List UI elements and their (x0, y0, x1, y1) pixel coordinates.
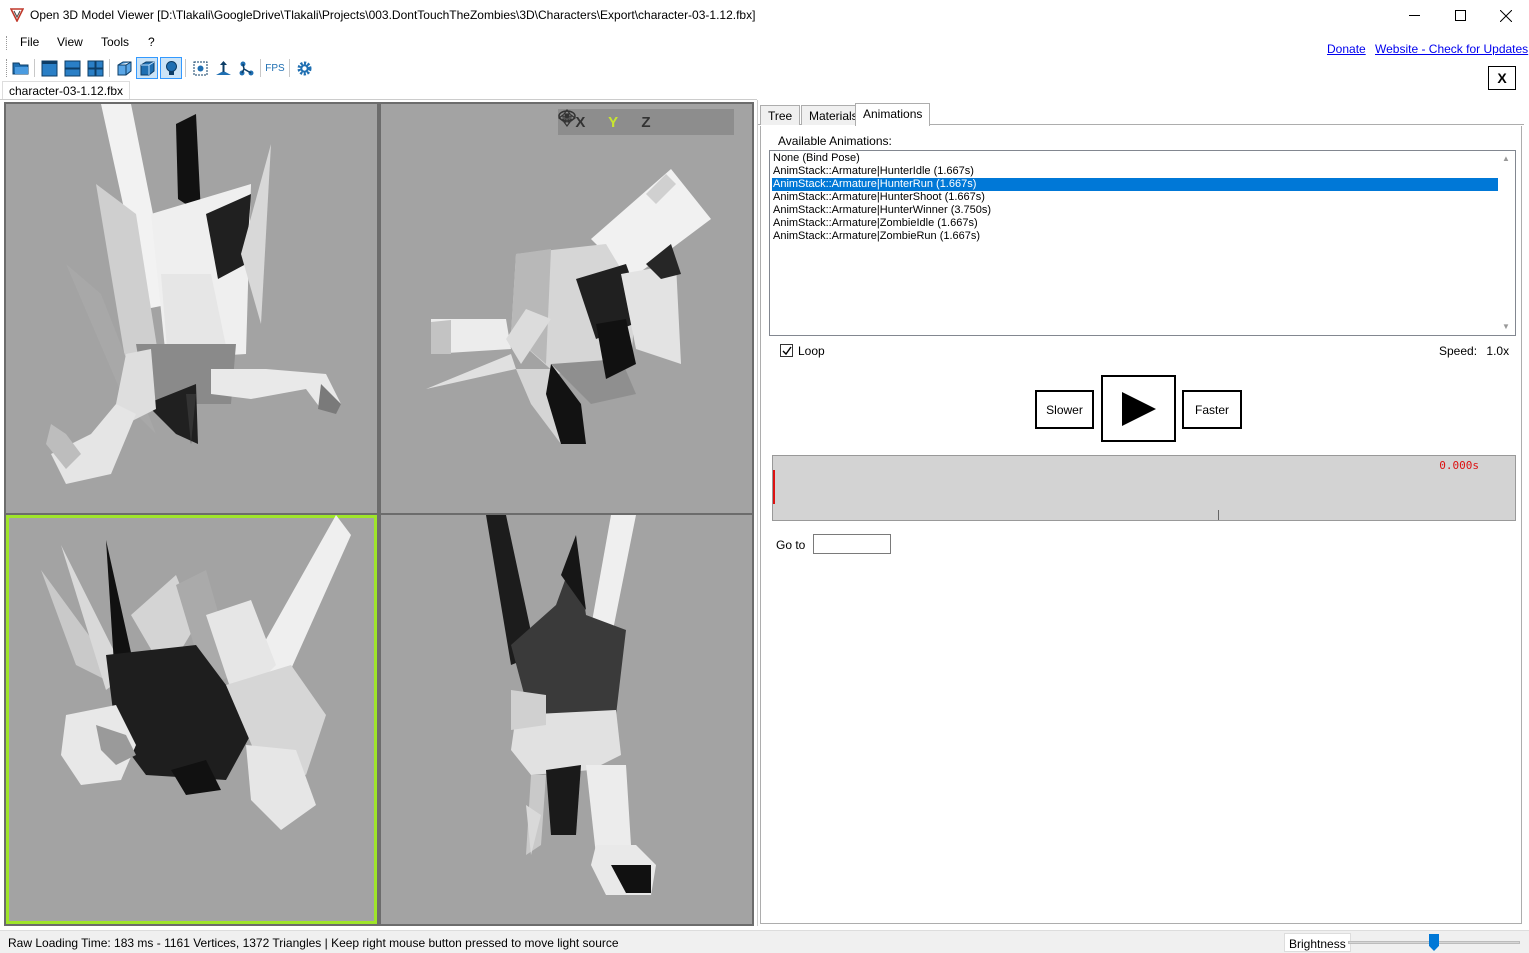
open-folder-icon[interactable] (10, 57, 32, 79)
brightness-label: Brightness (1284, 933, 1351, 952)
menu-tools[interactable]: Tools (101, 35, 129, 49)
viewport-top-right[interactable]: X Y Z (381, 104, 752, 513)
tab-tree[interactable]: Tree (760, 105, 801, 125)
four-view-icon[interactable] (84, 57, 106, 79)
close-document-button[interactable]: X (1488, 66, 1516, 90)
animation-list[interactable]: None (Bind Pose) AnimStack::Armature|Hun… (769, 150, 1516, 336)
faster-button[interactable]: Faster (1182, 390, 1242, 429)
menu-file[interactable]: File (20, 35, 39, 49)
loop-checkbox[interactable] (780, 344, 793, 357)
tab-strip-line (0, 99, 757, 100)
toolbar-separator (109, 59, 110, 77)
skeleton-icon[interactable] (235, 57, 257, 79)
toolbar-grip (6, 59, 9, 77)
toolbar-separator (34, 59, 35, 77)
wireframe-icon[interactable] (113, 57, 135, 79)
shaded-icon[interactable] (136, 57, 158, 79)
fps-icon[interactable]: FPS (264, 57, 286, 79)
list-item[interactable]: AnimStack::Armature|ZombieRun (1.667s) (772, 230, 1498, 243)
available-animations-label: Available Animations: (778, 134, 892, 148)
animation-timeline[interactable]: 0.000s (772, 455, 1516, 521)
brightness-slider-thumb[interactable] (1429, 934, 1439, 951)
light-bulb-icon[interactable] (160, 57, 182, 79)
menu-grip (6, 36, 9, 50)
model-render-front (46, 104, 341, 484)
list-item[interactable]: AnimStack::Armature|HunterWinner (3.750s… (772, 204, 1498, 217)
timeline-playhead[interactable] (773, 470, 775, 504)
scroll-up-icon[interactable]: ▲ (1501, 154, 1511, 164)
toolbar-separator (185, 59, 186, 77)
list-item[interactable]: AnimStack::Armature|ZombieIdle (1.667s) (772, 217, 1498, 230)
settings-icon[interactable] (293, 57, 315, 79)
two-view-icon[interactable] (61, 57, 83, 79)
goto-label: Go to (776, 538, 806, 552)
status-text: Raw Loading Time: 183 ms - 1161 Vertices… (8, 936, 619, 950)
menu-view[interactable]: View (57, 35, 83, 49)
play-icon (1121, 391, 1156, 426)
list-scrollbar[interactable]: ▲ ▼ (1498, 152, 1514, 334)
document-tab[interactable]: character-03-1.12.fbx (2, 81, 131, 100)
speed-label: Speed: (1439, 344, 1478, 358)
side-tabs: Tree Materials Animations (758, 103, 1524, 126)
single-view-icon[interactable] (38, 57, 60, 79)
scroll-down-icon[interactable]: ▼ (1501, 322, 1511, 332)
maximize-icon[interactable] (1437, 0, 1483, 31)
title-bar: Open 3D Model Viewer [D:\Tlakali\GoogleD… (0, 0, 1529, 31)
timeline-tick (1218, 510, 1219, 520)
viewport-bottom-right[interactable] (381, 515, 752, 924)
donate-link[interactable]: Donate (1327, 42, 1366, 56)
list-item-selected[interactable]: AnimStack::Armature|HunterRun (1.667s) (772, 178, 1498, 191)
menu-bar: File View Tools ? Donate Website - Check… (0, 31, 1529, 56)
slower-button[interactable]: Slower (1035, 390, 1094, 429)
model-render-side (426, 169, 711, 444)
viewport-bottom-left[interactable] (6, 515, 377, 924)
goto-input[interactable] (813, 534, 891, 554)
timeline-time: 0.000s (1439, 459, 1479, 472)
list-item[interactable]: AnimStack::Armature|HunterIdle (1.667s) (772, 165, 1498, 178)
toolbar-separator (289, 59, 290, 77)
speed-readout: Speed: 1.0x (1439, 344, 1509, 358)
status-bar: Raw Loading Time: 183 ms - 1161 Vertices… (0, 930, 1529, 953)
center-icon[interactable] (189, 57, 211, 79)
model-render-top (41, 515, 351, 830)
toolbar: FPS (0, 55, 1529, 81)
tab-animations[interactable]: Animations (855, 103, 931, 126)
model-render-perspective (486, 515, 656, 895)
close-icon[interactable] (1483, 0, 1529, 31)
viewport-grid: X Y Z (4, 102, 754, 926)
list-item[interactable]: None (Bind Pose) (772, 152, 1498, 165)
list-item[interactable]: AnimStack::Armature|HunterShoot (1.667s) (772, 191, 1498, 204)
minimize-icon[interactable] (1391, 0, 1437, 31)
play-button[interactable] (1101, 375, 1176, 442)
website-link[interactable]: Website - Check for Updates (1375, 42, 1528, 56)
menu-help[interactable]: ? (148, 35, 155, 49)
speed-value: 1.0x (1486, 344, 1510, 358)
toolbar-separator (260, 59, 261, 77)
side-panel: Tree Materials Animations Available Anim… (757, 100, 1524, 926)
app-logo-icon (10, 8, 24, 22)
animations-tab-body: Available Animations: None (Bind Pose) A… (760, 126, 1522, 924)
normals-icon[interactable] (212, 57, 234, 79)
viewport-top-left[interactable] (6, 104, 377, 513)
loop-label: Loop (798, 344, 825, 358)
window-title: Open 3D Model Viewer [D:\Tlakali\GoogleD… (30, 8, 756, 22)
